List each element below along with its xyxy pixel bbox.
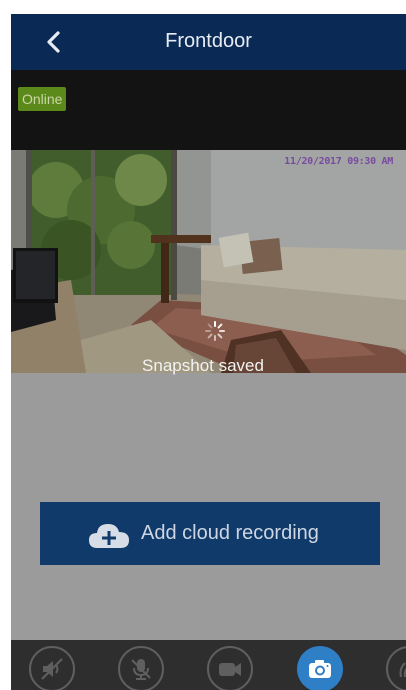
content-area: Add cloud recording [11,373,406,640]
mute-speaker-button[interactable] [29,646,75,690]
control-toolbar [11,640,406,690]
online-status-badge: Online [18,87,67,111]
microphone-muted-icon [131,659,151,680]
video-timestamp: 11/20/2017 09:30 AM [284,156,393,167]
mute-mic-button[interactable] [118,646,164,690]
add-cloud-recording-label: Add cloud recording [141,522,319,544]
top-bar: Frontdoor [11,14,406,70]
speaker-muted-icon [41,658,63,680]
page-title: Frontdoor [165,30,252,52]
camera-view-screen: Frontdoor Online 11/20/2017 09:30 AM Sna… [0,0,406,690]
loading-spinner-icon [205,321,225,341]
talk-button[interactable] [386,646,406,690]
intercom-icon [399,662,406,678]
add-cloud-recording-button[interactable]: Add cloud recording [40,502,380,565]
snapshot-toast: Snapshot saved [142,356,264,375]
record-video-button[interactable] [207,646,253,690]
snapshot-button[interactable] [297,646,343,690]
cloud-add-icon [89,524,129,548]
status-bar: Online [11,70,406,150]
camera-icon [309,660,331,678]
video-camera-icon [219,663,241,676]
live-video-feed[interactable]: 11/20/2017 09:30 AM [11,150,406,373]
